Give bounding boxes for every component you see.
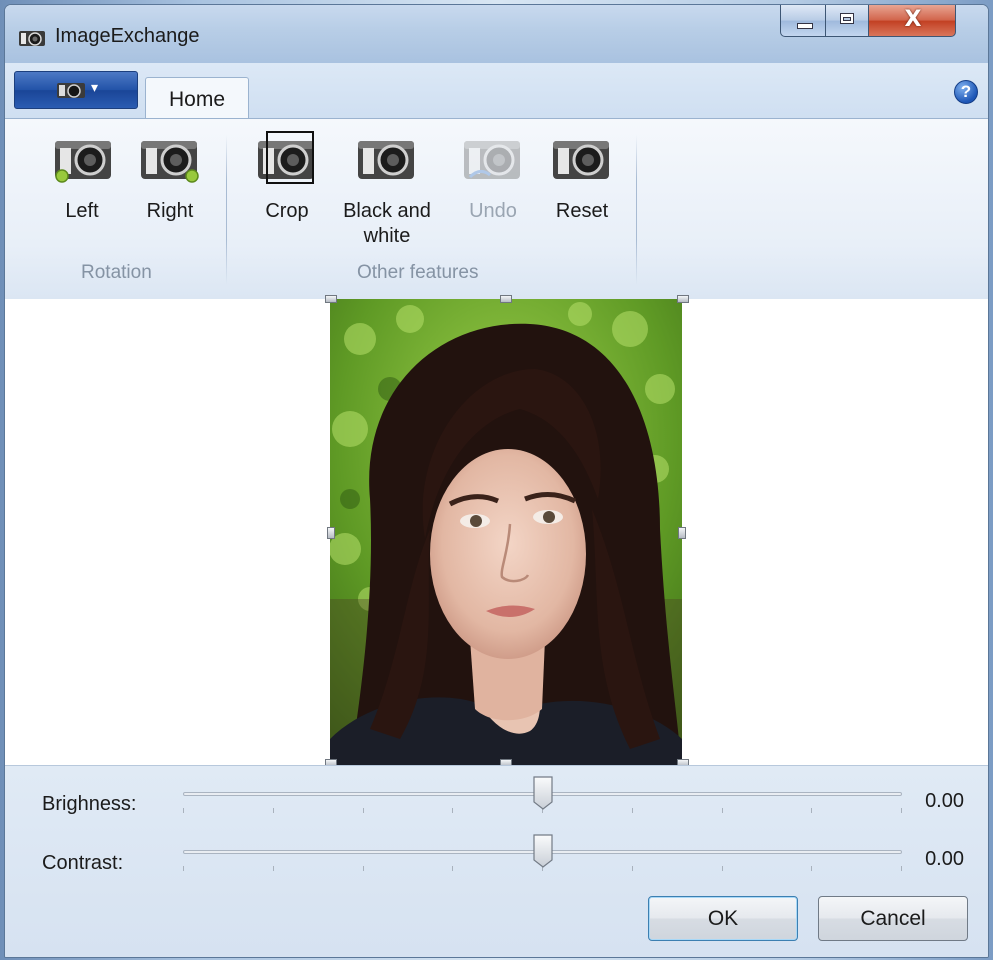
contrast-value: 0.00 <box>925 848 964 870</box>
maximize-icon <box>840 13 854 24</box>
group-separator <box>226 135 227 285</box>
crop-handle[interactable] <box>500 295 512 303</box>
minimize-icon <box>797 23 813 29</box>
slider-tick <box>901 808 902 813</box>
black-and-white-label: Black and white <box>343 200 431 247</box>
slider-tick <box>632 808 633 813</box>
contrast-slider-thumb[interactable] <box>532 834 553 868</box>
title-bar[interactable]: ImageExchange X <box>5 5 988 63</box>
crop-handle[interactable] <box>677 295 689 303</box>
crop-icon <box>258 131 314 184</box>
slider-tick <box>273 866 274 871</box>
crop-handle[interactable] <box>678 527 686 539</box>
slider-tick <box>811 808 812 813</box>
group-separator <box>636 135 637 285</box>
adjustment-panel: Brighness: 0.00 Contrast: 0.00 OK Cancel <box>5 765 988 957</box>
ok-button[interactable]: OK <box>648 896 798 941</box>
slider-tick <box>452 808 453 813</box>
close-button[interactable]: X <box>868 5 956 37</box>
camera-icon <box>19 31 45 46</box>
rotate-right-button[interactable]: Right <box>133 129 207 224</box>
undo-icon <box>464 141 520 179</box>
contrast-label: Contrast: <box>42 852 124 874</box>
slider-tick <box>811 866 812 871</box>
slider-tick <box>452 866 453 871</box>
tab-home[interactable]: Home <box>145 77 249 119</box>
rotate-left-button[interactable]: Left <box>45 129 119 224</box>
undo-button[interactable]: Undo <box>456 129 530 224</box>
crop-handle[interactable] <box>325 295 337 303</box>
ribbon-tab-strip: ▾ Home ? <box>5 63 988 119</box>
group-label-other-features: Other features <box>357 262 479 283</box>
image-canvas[interactable] <box>5 295 988 767</box>
reset-icon <box>553 141 609 179</box>
window-title: ImageExchange <box>55 25 200 47</box>
ribbon-panel: Left Right Rotation Crop Black and white… <box>5 118 988 300</box>
chevron-down-icon: ▾ <box>91 80 99 96</box>
close-icon: X <box>904 7 922 32</box>
application-menu-button[interactable]: ▾ <box>14 71 138 109</box>
black-and-white-icon <box>358 141 414 179</box>
reset-label: Reset <box>555 200 609 222</box>
slider-tick <box>363 808 364 813</box>
group-label-rotation: Rotation <box>81 262 152 283</box>
slider-tick <box>183 808 184 813</box>
rotate-left-label: Left <box>65 200 99 222</box>
camera-icon <box>57 83 85 98</box>
brightness-slider-thumb[interactable] <box>532 776 553 810</box>
brightness-value: 0.00 <box>925 790 964 812</box>
brightness-label: Brighness: <box>42 793 137 815</box>
crop-handle[interactable] <box>327 527 335 539</box>
cancel-button[interactable]: Cancel <box>818 896 968 941</box>
rotate-left-icon <box>55 141 111 183</box>
slider-tick <box>722 808 723 813</box>
help-icon[interactable]: ? <box>954 80 978 104</box>
portrait-photo <box>330 299 682 767</box>
slider-tick <box>632 866 633 871</box>
reset-button[interactable]: Reset <box>545 129 619 224</box>
rotate-right-label: Right <box>146 200 194 222</box>
undo-label: Undo <box>469 200 517 222</box>
slider-tick <box>273 808 274 813</box>
slider-tick <box>363 866 364 871</box>
minimize-button[interactable] <box>780 5 826 37</box>
slider-tick <box>901 866 902 871</box>
imageexchange-dialog: ImageExchange X ▾ Home ? Left Right Rota… <box>4 4 989 958</box>
black-and-white-button[interactable]: Black and white <box>331 129 443 249</box>
crop-label: Crop <box>265 200 309 222</box>
crop-button[interactable]: Crop <box>252 129 322 224</box>
slider-tick <box>183 866 184 871</box>
rotate-right-icon <box>141 141 199 183</box>
slider-tick <box>722 866 723 871</box>
maximize-button[interactable] <box>825 5 869 37</box>
